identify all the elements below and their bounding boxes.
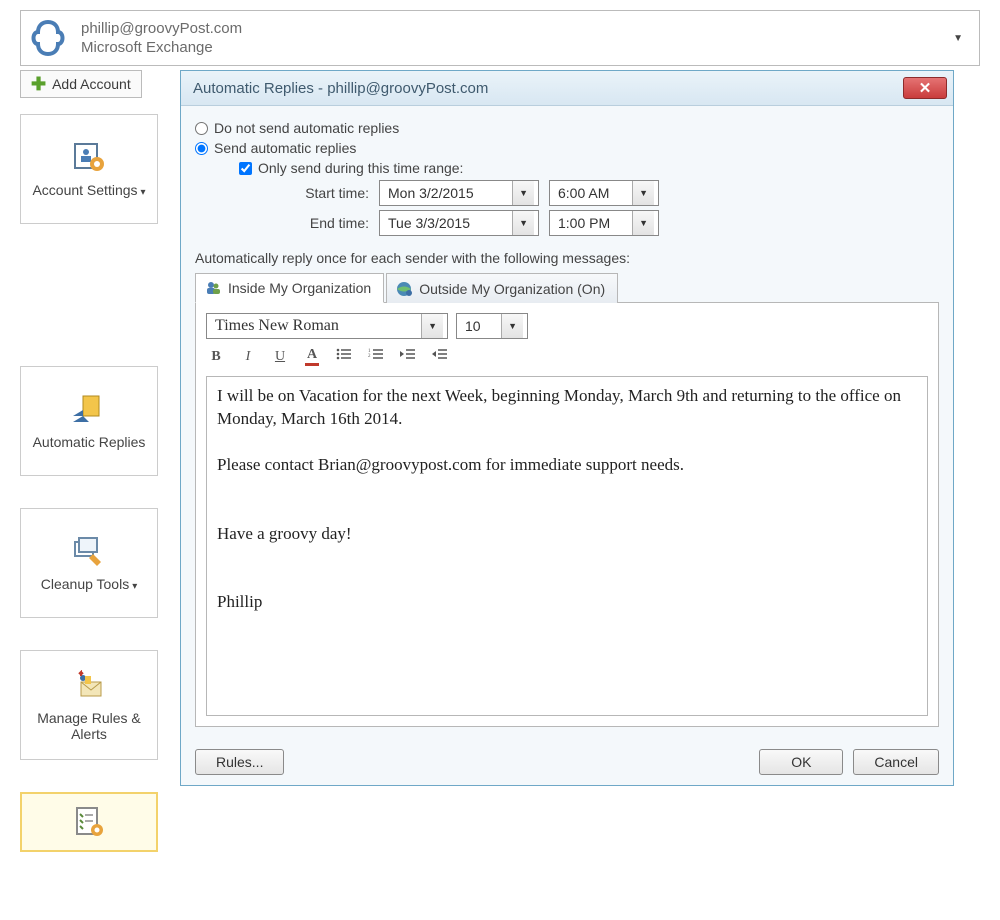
font-color-button[interactable]: A bbox=[302, 348, 322, 366]
cancel-button[interactable]: Cancel bbox=[853, 749, 939, 775]
start-date-combo[interactable]: Mon 3/2/2015 ▼ bbox=[379, 180, 539, 206]
svg-text:2: 2 bbox=[368, 354, 371, 359]
radio-label: Do not send automatic replies bbox=[214, 120, 399, 136]
end-time-value: 1:00 PM bbox=[558, 215, 610, 231]
tile-label: Manage Rules & Alerts bbox=[21, 710, 157, 742]
close-button[interactable]: ✕ bbox=[903, 77, 947, 99]
tab-outside-org[interactable]: Outside My Organization (On) bbox=[386, 273, 618, 303]
radio-label: Send automatic replies bbox=[214, 140, 356, 156]
globe-icon bbox=[395, 280, 413, 298]
account-email: phillip@groovyPost.com bbox=[81, 19, 943, 39]
automatic-replies-dialog: Automatic Replies - phillip@groovyPost.c… bbox=[180, 70, 954, 786]
account-info: phillip@groovyPost.com Microsoft Exchang… bbox=[81, 19, 943, 58]
chevron-down-icon[interactable]: ▼ bbox=[421, 314, 443, 338]
indent-button[interactable] bbox=[430, 347, 450, 366]
bullet-list-button[interactable] bbox=[334, 347, 354, 366]
add-account-label: Add Account bbox=[52, 76, 131, 92]
start-time-label: Start time: bbox=[279, 185, 369, 201]
sidebar: ✚ Add Account Account Settings▾ bbox=[20, 70, 170, 852]
account-type: Microsoft Exchange bbox=[81, 38, 943, 58]
chevron-down-icon[interactable]: ▼ bbox=[512, 181, 534, 205]
exchange-logo-icon bbox=[25, 15, 71, 61]
start-date-value: Mon 3/2/2015 bbox=[388, 185, 474, 201]
radio-send[interactable]: Send automatic replies bbox=[195, 140, 939, 156]
chevron-down-icon[interactable]: ▼ bbox=[632, 181, 654, 205]
cleanup-tools-icon bbox=[69, 534, 109, 570]
plus-icon: ✚ bbox=[31, 75, 46, 93]
tab-label: Inside My Organization bbox=[228, 280, 371, 296]
chevron-down-icon[interactable]: ▼ bbox=[501, 314, 523, 338]
chevron-down-icon[interactable]: ▼ bbox=[953, 33, 969, 44]
dialog-title: Automatic Replies - phillip@groovyPost.c… bbox=[193, 80, 903, 97]
radio-send-input[interactable] bbox=[195, 142, 208, 155]
font-name-value: Times New Roman bbox=[215, 317, 339, 335]
manage-rules-icon bbox=[69, 668, 109, 704]
checklist-gear-icon bbox=[69, 804, 109, 840]
message-body-editor[interactable]: I will be on Vacation for the next Week,… bbox=[206, 376, 928, 716]
tile-account-settings[interactable]: Account Settings▾ bbox=[20, 114, 158, 224]
underline-button[interactable]: U bbox=[270, 349, 290, 365]
dialog-footer: Rules... OK Cancel bbox=[181, 739, 953, 785]
font-size-combo[interactable]: 10 ▼ bbox=[456, 313, 528, 339]
font-name-combo[interactable]: Times New Roman ▼ bbox=[206, 313, 448, 339]
radio-do-not-send-input[interactable] bbox=[195, 122, 208, 135]
chevron-down-icon[interactable]: ▼ bbox=[632, 211, 654, 235]
account-settings-icon bbox=[69, 140, 109, 176]
chevron-down-icon: ▾ bbox=[132, 581, 137, 592]
close-icon: ✕ bbox=[919, 79, 932, 97]
outdent-button[interactable] bbox=[398, 347, 418, 366]
tab-inside-org[interactable]: Inside My Organization bbox=[195, 273, 384, 303]
checkbox-only-range[interactable]: Only send during this time range: bbox=[239, 160, 939, 176]
start-time-value: 6:00 AM bbox=[558, 185, 609, 201]
checkbox-only-range-input[interactable] bbox=[239, 162, 252, 175]
editor-panel: Times New Roman ▼ 10 ▼ B I U bbox=[195, 303, 939, 727]
font-size-value: 10 bbox=[465, 318, 481, 334]
tile-cleanup-tools[interactable]: Cleanup Tools▾ bbox=[20, 508, 158, 618]
chevron-down-icon: ▾ bbox=[141, 187, 146, 198]
number-list-button[interactable]: 12 bbox=[366, 347, 386, 366]
tile-label: Account Settings▾ bbox=[32, 182, 145, 199]
tile-label: Automatic Replies bbox=[33, 434, 146, 450]
people-icon bbox=[204, 279, 222, 297]
tile-manage-rules[interactable]: Manage Rules & Alerts bbox=[20, 650, 158, 760]
checkbox-label: Only send during this time range: bbox=[258, 160, 463, 176]
tab-label: Outside My Organization (On) bbox=[419, 281, 605, 297]
tile-extra-highlighted[interactable] bbox=[20, 792, 158, 852]
tile-automatic-replies[interactable]: Automatic Replies bbox=[20, 366, 158, 476]
add-account-button[interactable]: ✚ Add Account bbox=[20, 70, 142, 98]
italic-button[interactable]: I bbox=[238, 349, 258, 365]
account-selector[interactable]: phillip@groovyPost.com Microsoft Exchang… bbox=[20, 10, 980, 66]
end-time-label: End time: bbox=[279, 215, 369, 231]
bold-button[interactable]: B bbox=[206, 349, 226, 365]
radio-do-not-send[interactable]: Do not send automatic replies bbox=[195, 120, 939, 136]
end-date-value: Tue 3/3/2015 bbox=[388, 215, 470, 231]
tile-label: Cleanup Tools▾ bbox=[41, 576, 138, 593]
end-date-combo[interactable]: Tue 3/3/2015 ▼ bbox=[379, 210, 539, 236]
automatic-replies-icon bbox=[69, 392, 109, 428]
rules-button[interactable]: Rules... bbox=[195, 749, 284, 775]
ok-button[interactable]: OK bbox=[759, 749, 843, 775]
format-toolbar: B I U A 12 bbox=[206, 347, 928, 366]
tabs: Inside My Organization Outside My Organi… bbox=[195, 272, 939, 303]
start-time-combo[interactable]: 6:00 AM ▼ bbox=[549, 180, 659, 206]
dialog-titlebar: Automatic Replies - phillip@groovyPost.c… bbox=[181, 71, 953, 106]
end-time-combo[interactable]: 1:00 PM ▼ bbox=[549, 210, 659, 236]
auto-reply-section-label: Automatically reply once for each sender… bbox=[195, 250, 939, 266]
chevron-down-icon[interactable]: ▼ bbox=[512, 211, 534, 235]
